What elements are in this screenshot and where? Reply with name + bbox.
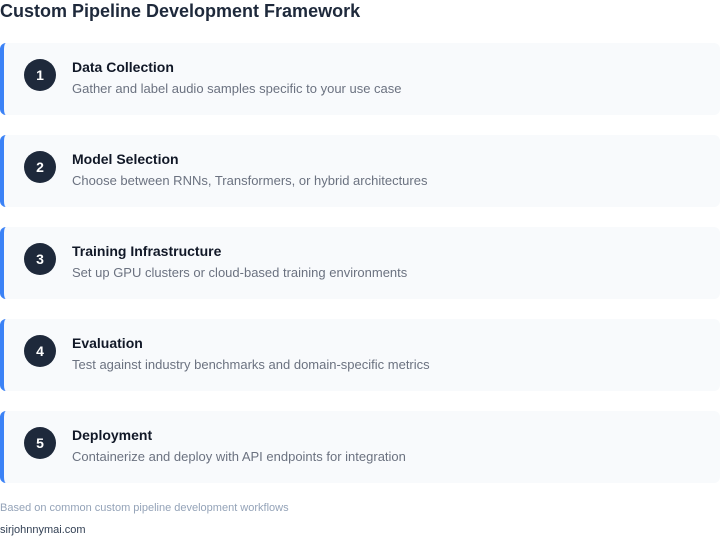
step-title: Model Selection (72, 151, 179, 167)
step-number-badge: 1 (24, 59, 56, 91)
source-note: Based on common custom pipeline developm… (0, 502, 289, 514)
step-description: Choose between RNNs, Transformers, or hy… (72, 173, 428, 188)
steps-list: 1 Data Collection Gather and label audio… (0, 43, 720, 503)
step-card-deployment: 5 Deployment Containerize and deploy wit… (0, 411, 720, 483)
page-title: Custom Pipeline Development Framework (0, 1, 361, 21)
step-card-data-collection: 1 Data Collection Gather and label audio… (0, 43, 720, 115)
step-description: Gather and label audio samples specific … (72, 81, 402, 96)
step-description: Set up GPU clusters or cloud-based train… (72, 265, 408, 280)
step-number-badge: 5 (24, 427, 56, 459)
step-title: Deployment (72, 427, 153, 443)
step-title: Data Collection (72, 59, 174, 75)
step-description: Containerize and deploy with API endpoin… (72, 449, 406, 464)
step-description: Test against industry benchmarks and dom… (72, 357, 430, 372)
step-card-model-selection: 2 Model Selection Choose between RNNs, T… (0, 135, 720, 207)
step-number-badge: 3 (24, 243, 56, 275)
step-card-evaluation: 4 Evaluation Test against industry bench… (0, 319, 720, 391)
step-number-badge: 2 (24, 151, 56, 183)
step-number-badge: 4 (24, 335, 56, 367)
step-title: Evaluation (72, 335, 143, 351)
step-title: Training Infrastructure (72, 243, 222, 259)
site-credit: sirjohnnymai.com (0, 524, 86, 536)
step-card-training-infrastructure: 3 Training Infrastructure Set up GPU clu… (0, 227, 720, 299)
